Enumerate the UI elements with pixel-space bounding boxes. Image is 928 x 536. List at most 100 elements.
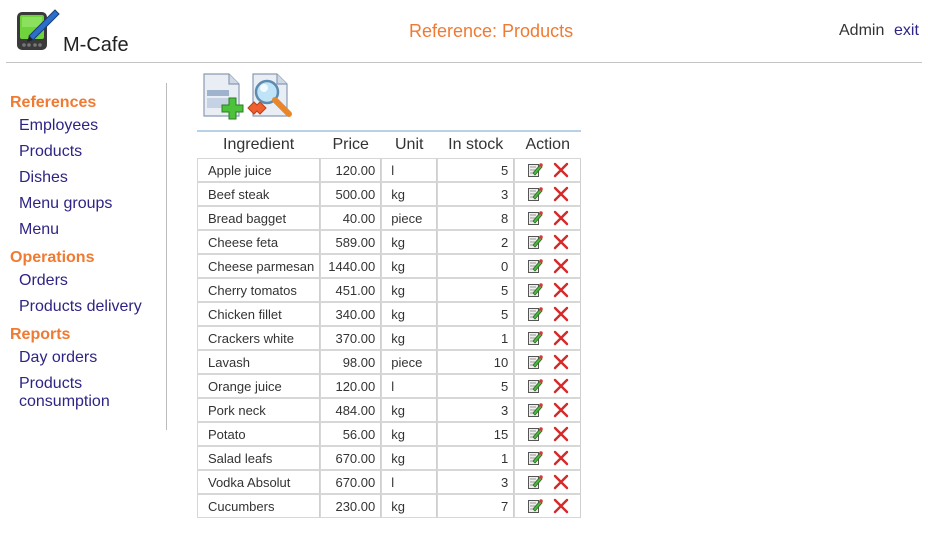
cell-ingredient: Cherry tomatos bbox=[197, 278, 321, 302]
sidebar-item-products-delivery[interactable]: Products delivery bbox=[19, 294, 160, 320]
cell-unit: kg bbox=[381, 326, 438, 350]
cell-price: 370.00 bbox=[320, 326, 382, 350]
cell-in-stock: 2 bbox=[437, 230, 515, 254]
products-table: Ingredient Price Unit In stock Action Ap… bbox=[197, 130, 582, 518]
header: M-Cafe Reference: Products Admin exit bbox=[0, 0, 928, 63]
column-header-price[interactable]: Price bbox=[320, 130, 382, 158]
sidebar-item-products[interactable]: Products bbox=[19, 139, 160, 165]
app-name: M-Cafe bbox=[63, 34, 129, 56]
cell-price: 40.00 bbox=[320, 206, 382, 230]
table-row: Cheese feta 589.00 kg 2 bbox=[197, 230, 582, 254]
edit-icon[interactable] bbox=[527, 450, 543, 466]
cell-action bbox=[514, 470, 582, 494]
delete-icon[interactable] bbox=[553, 210, 569, 226]
edit-icon[interactable] bbox=[527, 210, 543, 226]
edit-icon[interactable] bbox=[527, 498, 543, 514]
cell-in-stock: 3 bbox=[437, 398, 515, 422]
cell-in-stock: 3 bbox=[437, 182, 515, 206]
cell-unit: kg bbox=[381, 446, 438, 470]
edit-icon[interactable] bbox=[527, 474, 543, 490]
delete-icon[interactable] bbox=[553, 450, 569, 466]
table-row: Vodka Absolut 670.00 l 3 bbox=[197, 470, 582, 494]
cell-unit: kg bbox=[381, 494, 438, 518]
section-title-reports: Reports bbox=[10, 326, 71, 343]
delete-icon[interactable] bbox=[553, 378, 569, 394]
sidebar-item-products-consumption[interactable]: Products consumption bbox=[19, 371, 119, 415]
column-header-unit[interactable]: Unit bbox=[381, 130, 438, 158]
cell-unit: l bbox=[381, 470, 438, 494]
delete-icon[interactable] bbox=[553, 498, 569, 514]
cell-in-stock: 5 bbox=[437, 158, 515, 182]
sidebar-divider bbox=[166, 83, 167, 430]
cell-price: 484.00 bbox=[320, 398, 382, 422]
cell-ingredient: Beef steak bbox=[197, 182, 321, 206]
cell-unit: kg bbox=[381, 302, 438, 326]
sidebar-item-day-orders[interactable]: Day orders bbox=[19, 345, 160, 371]
cell-in-stock: 10 bbox=[437, 350, 515, 374]
delete-icon[interactable] bbox=[553, 402, 569, 418]
section-title-references: References bbox=[10, 94, 97, 111]
cell-ingredient: Lavash bbox=[197, 350, 321, 374]
edit-icon[interactable] bbox=[527, 162, 543, 178]
cell-action bbox=[514, 158, 582, 182]
edit-icon[interactable] bbox=[527, 306, 543, 322]
cell-action bbox=[514, 302, 582, 326]
cell-in-stock: 15 bbox=[437, 422, 515, 446]
edit-icon[interactable] bbox=[527, 378, 543, 394]
sidebar-item-menu[interactable]: Menu bbox=[19, 217, 160, 243]
search-product-button[interactable] bbox=[245, 72, 295, 120]
delete-icon[interactable] bbox=[553, 186, 569, 202]
cell-in-stock: 7 bbox=[437, 494, 515, 518]
cell-price: 451.00 bbox=[320, 278, 382, 302]
edit-icon[interactable] bbox=[527, 282, 543, 298]
delete-icon[interactable] bbox=[553, 306, 569, 322]
sidebar-item-employees[interactable]: Employees bbox=[19, 113, 160, 139]
table-row: Pork neck 484.00 kg 3 bbox=[197, 398, 582, 422]
table-row: Apple juice 120.00 l 5 bbox=[197, 158, 582, 182]
cell-price: 340.00 bbox=[320, 302, 382, 326]
cell-unit: kg bbox=[381, 230, 438, 254]
edit-icon[interactable] bbox=[527, 186, 543, 202]
cell-unit: kg bbox=[381, 398, 438, 422]
cell-action bbox=[514, 230, 582, 254]
cell-in-stock: 0 bbox=[437, 254, 515, 278]
cell-price: 670.00 bbox=[320, 446, 382, 470]
sidebar-item-menu-groups[interactable]: Menu groups bbox=[19, 191, 160, 217]
cell-unit: kg bbox=[381, 254, 438, 278]
cell-action bbox=[514, 398, 582, 422]
add-document-icon bbox=[203, 73, 244, 120]
sidebar-item-dishes[interactable]: Dishes bbox=[19, 165, 160, 191]
cell-ingredient: Crackers white bbox=[197, 326, 321, 350]
exit-link[interactable]: exit bbox=[894, 22, 919, 40]
pda-stylus-icon bbox=[15, 6, 61, 52]
delete-icon[interactable] bbox=[553, 474, 569, 490]
cell-price: 1440.00 bbox=[320, 254, 382, 278]
delete-icon[interactable] bbox=[553, 330, 569, 346]
cell-action bbox=[514, 446, 582, 470]
cell-ingredient: Salad leafs bbox=[197, 446, 321, 470]
edit-icon[interactable] bbox=[527, 426, 543, 442]
delete-icon[interactable] bbox=[553, 234, 569, 250]
edit-icon[interactable] bbox=[527, 234, 543, 250]
column-header-in-stock[interactable]: In stock bbox=[437, 130, 515, 158]
cell-unit: l bbox=[381, 158, 438, 182]
delete-icon[interactable] bbox=[553, 282, 569, 298]
delete-icon[interactable] bbox=[553, 426, 569, 442]
cell-unit: kg bbox=[381, 182, 438, 206]
edit-icon[interactable] bbox=[527, 402, 543, 418]
cell-price: 670.00 bbox=[320, 470, 382, 494]
sidebar-item-orders[interactable]: Orders bbox=[19, 268, 160, 294]
table-row: Bread bagget 40.00 piece 8 bbox=[197, 206, 582, 230]
column-header-ingredient[interactable]: Ingredient bbox=[197, 130, 321, 158]
add-product-button[interactable] bbox=[201, 72, 247, 120]
delete-icon[interactable] bbox=[553, 354, 569, 370]
edit-icon[interactable] bbox=[527, 330, 543, 346]
find-document-icon bbox=[247, 73, 292, 117]
table-row: Potato 56.00 kg 15 bbox=[197, 422, 582, 446]
edit-icon[interactable] bbox=[527, 258, 543, 274]
cell-ingredient: Apple juice bbox=[197, 158, 321, 182]
edit-icon[interactable] bbox=[527, 354, 543, 370]
cell-price: 120.00 bbox=[320, 374, 382, 398]
delete-icon[interactable] bbox=[553, 162, 569, 178]
delete-icon[interactable] bbox=[553, 258, 569, 274]
